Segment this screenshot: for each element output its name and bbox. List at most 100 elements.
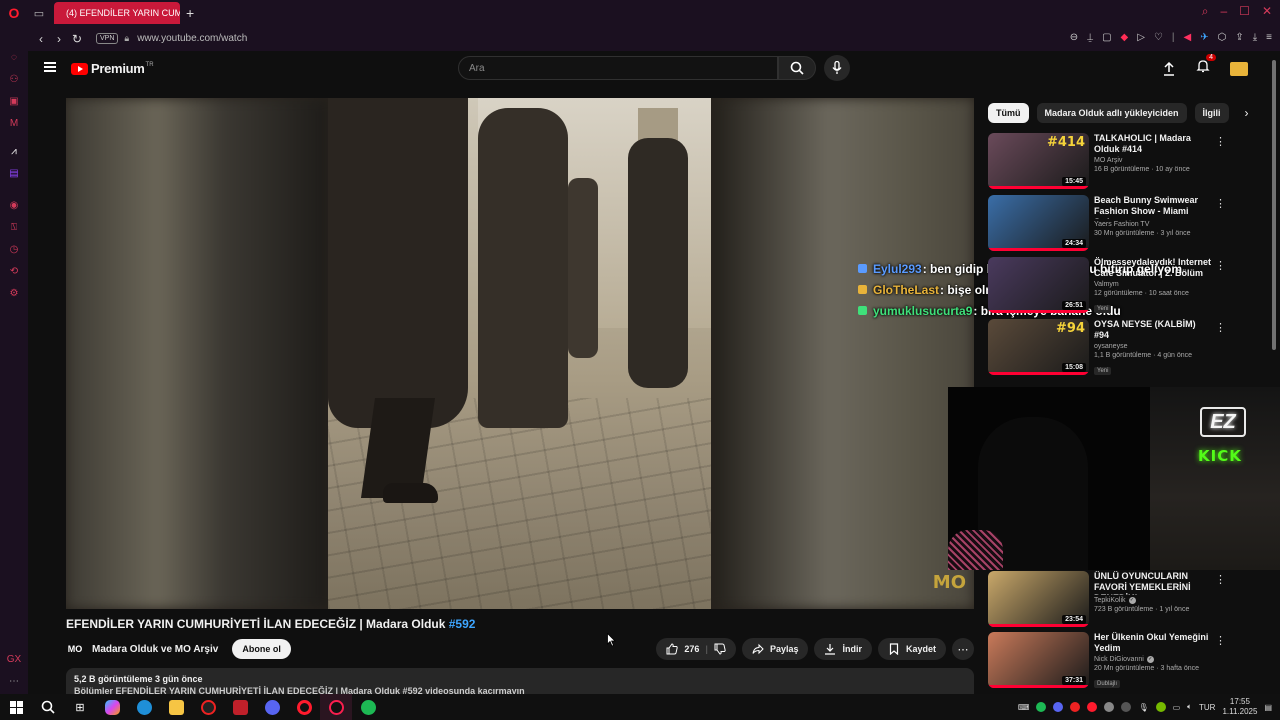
scrollbar-thumb[interactable] xyxy=(1272,60,1276,350)
hamburger-menu-icon[interactable] xyxy=(44,62,56,72)
nvidia-tray-icon[interactable] xyxy=(1155,702,1166,712)
app-video-icon[interactable] xyxy=(224,694,256,720)
network-icon[interactable]: ▭ xyxy=(1173,703,1181,712)
download-button[interactable]: İndir xyxy=(814,638,872,660)
avatar[interactable] xyxy=(1230,61,1248,76)
language-indicator[interactable]: TUR xyxy=(1199,703,1215,712)
related-video-title[interactable]: ÜNLÜ OYUNCULARIN FAVORİ YEMEKLERİNİ DENE… xyxy=(1094,571,1212,595)
copilot-icon[interactable] xyxy=(96,694,128,720)
related-video-channel[interactable]: Nick DiGiovanni xyxy=(1094,656,1144,663)
search-tabs-icon[interactable]: ⌕ xyxy=(1202,4,1209,19)
save-button[interactable]: Kaydet xyxy=(877,638,946,660)
download-icon[interactable]: ⤓ xyxy=(1253,32,1257,43)
translate-icon[interactable]: ✈ xyxy=(1200,32,1208,43)
more-icon[interactable]: ⋯ xyxy=(0,670,28,692)
related-video-title[interactable]: TALKAHOLIC | Madara Olduk #414 xyxy=(1094,133,1212,155)
instagram-icon[interactable]: ▣ xyxy=(0,90,28,112)
related-video-card[interactable]: #414 15:45 TALKAHOLIC | Madara Olduk #414 M… xyxy=(988,133,1238,189)
easy-setup-icon[interactable]: ≡ xyxy=(1266,32,1272,43)
player-icon[interactable]: ◉ xyxy=(0,194,28,216)
related-video-card[interactable]: 26:51 Ölmesseydaleydık! Internet Cafe Sim… xyxy=(988,257,1238,313)
video-thumbnail[interactable]: 23:54 xyxy=(988,571,1089,627)
send-icon[interactable]: ▷ xyxy=(1137,32,1145,43)
video-thumbnail[interactable]: #414 15:45 xyxy=(988,133,1089,189)
related-video-title[interactable]: OYSA NEYSE (KALBİM) #94 xyxy=(1094,319,1212,341)
start-button[interactable] xyxy=(0,694,32,720)
file-explorer-icon[interactable] xyxy=(160,694,192,720)
minimize-button[interactable]: – xyxy=(1220,4,1227,19)
related-video-channel[interactable]: TepkiKolik xyxy=(1094,597,1126,604)
volume-icon[interactable]: 🔈︎ xyxy=(1187,702,1192,712)
downloads-icon[interactable]: ⟲ xyxy=(0,260,28,282)
opera-logo-icon[interactable]: O xyxy=(0,0,28,26)
aria-icon[interactable]: ◌ xyxy=(0,46,28,68)
taskbar-search-icon[interactable] xyxy=(32,694,64,720)
video-thumbnail[interactable]: 26:51 xyxy=(988,257,1089,313)
extensions-icon[interactable]: ⬡ xyxy=(1218,32,1227,43)
subscribe-button[interactable]: Abone ol xyxy=(232,639,291,659)
related-video-title[interactable]: Her Ülkenin Okul Yemeğini Yedim xyxy=(1094,632,1212,654)
tray-gray-icon[interactable] xyxy=(1104,702,1115,712)
snapshot-icon[interactable]: ▢ xyxy=(1102,32,1111,43)
related-video-card[interactable]: 37:31 Her Ülkenin Okul Yemeğini Yedim Nick… xyxy=(988,632,1238,688)
more-options-icon[interactable]: ⋮ xyxy=(1215,573,1226,586)
workspaces-icon[interactable]: ▭ xyxy=(28,4,50,22)
search-input[interactable]: Ara xyxy=(458,56,778,80)
thumbs-down-icon[interactable] xyxy=(714,643,726,655)
lock-icon[interactable]: 🔒︎ xyxy=(124,33,129,44)
video-thumbnail[interactable]: 37:31 xyxy=(988,632,1089,688)
voice-search-button[interactable] xyxy=(824,55,850,81)
more-actions-button[interactable]: ⋯ xyxy=(952,638,974,660)
more-options-icon[interactable]: ⋮ xyxy=(1215,321,1226,334)
channel-avatar[interactable]: MO xyxy=(66,640,84,658)
related-video-channel[interactable]: Yaers Fashion TV xyxy=(1094,221,1149,228)
forward-icon[interactable]: › xyxy=(50,32,68,46)
task-view-icon[interactable]: ⊞ xyxy=(64,694,96,720)
clock[interactable]: 17:55 1.11.2025 xyxy=(1222,697,1257,717)
opera-tray-icon[interactable] xyxy=(1087,702,1098,712)
tray-steam-icon[interactable] xyxy=(1121,702,1132,712)
browser-tab-youtube[interactable]: (4) EFENDİLER YARIN CUMHURİYETİ xyxy=(54,2,180,24)
page-scrollbar[interactable] xyxy=(1270,56,1278,692)
discord-icon[interactable] xyxy=(256,694,288,720)
related-video-title[interactable]: Ölmesseydaleydık! Internet Cafe Simulato… xyxy=(1094,257,1212,279)
spotify-icon[interactable] xyxy=(352,694,384,720)
video-player[interactable]: MO xyxy=(66,98,974,609)
chevron-right-icon[interactable]: › xyxy=(1237,103,1257,123)
channel-name[interactable]: Madara Olduk ve MO Arşiv xyxy=(92,644,218,655)
related-video-card[interactable]: #94 15:08 OYSA NEYSE (KALBİM) #94 oysaneyse… xyxy=(988,319,1238,375)
bookmarks-icon[interactable]: ⍂ xyxy=(0,216,28,238)
edge-icon[interactable] xyxy=(128,694,160,720)
related-video-channel[interactable]: MO Arşiv xyxy=(1094,157,1122,164)
video-thumbnail[interactable]: #94 15:08 xyxy=(988,319,1089,375)
share-page-icon[interactable]: ⇪ xyxy=(1235,32,1243,43)
related-video-title[interactable]: Beach Bunny Swimwear Fashion Show - Miam… xyxy=(1094,195,1212,219)
like-button[interactable]: 276 | xyxy=(656,638,736,660)
video-title-hashtag[interactable]: #592 xyxy=(449,617,476,631)
share-button[interactable]: Paylaş xyxy=(741,638,809,660)
discord-tray-icon[interactable] xyxy=(1053,702,1064,712)
chip-related[interactable]: İlgili xyxy=(1194,103,1229,123)
opera-gx-icon[interactable] xyxy=(320,694,352,720)
upload-icon[interactable] xyxy=(1162,61,1176,76)
search-button[interactable] xyxy=(778,56,816,80)
more-options-icon[interactable]: ⋮ xyxy=(1215,259,1226,272)
heart-icon[interactable]: ♡ xyxy=(1154,32,1163,43)
related-video-card[interactable]: 24:34 Beach Bunny Swimwear Fashion Show -… xyxy=(988,195,1238,251)
settings-icon[interactable]: ⚙ xyxy=(0,282,28,304)
keyboard-icon[interactable]: ⌨ xyxy=(1018,703,1030,712)
description-box[interactable]: 5,2 B görüntüleme 3 gün önce Bölümler EF… xyxy=(66,668,974,694)
sound-icon[interactable]: ◀ xyxy=(1184,32,1192,43)
zoom-icon[interactable]: ⊖ xyxy=(1070,32,1078,43)
spotify-tray-icon[interactable] xyxy=(1036,702,1047,712)
notification-center-icon[interactable]: ▤ xyxy=(1264,703,1272,712)
close-button[interactable]: ✕ xyxy=(1262,4,1272,19)
video-thumbnail[interactable]: 24:34 xyxy=(988,195,1089,251)
vpn-badge[interactable]: VPN xyxy=(96,33,119,44)
opera-taskbar-icon[interactable] xyxy=(288,694,320,720)
more-options-icon[interactable]: ⋮ xyxy=(1215,634,1226,647)
shield-icon[interactable]: ◆ xyxy=(1121,32,1129,43)
related-video-channel[interactable]: oysaneyse xyxy=(1094,343,1127,350)
pin-icon[interactable]: ⍊ xyxy=(1087,32,1093,43)
more-options-icon[interactable]: ⋮ xyxy=(1215,197,1226,210)
